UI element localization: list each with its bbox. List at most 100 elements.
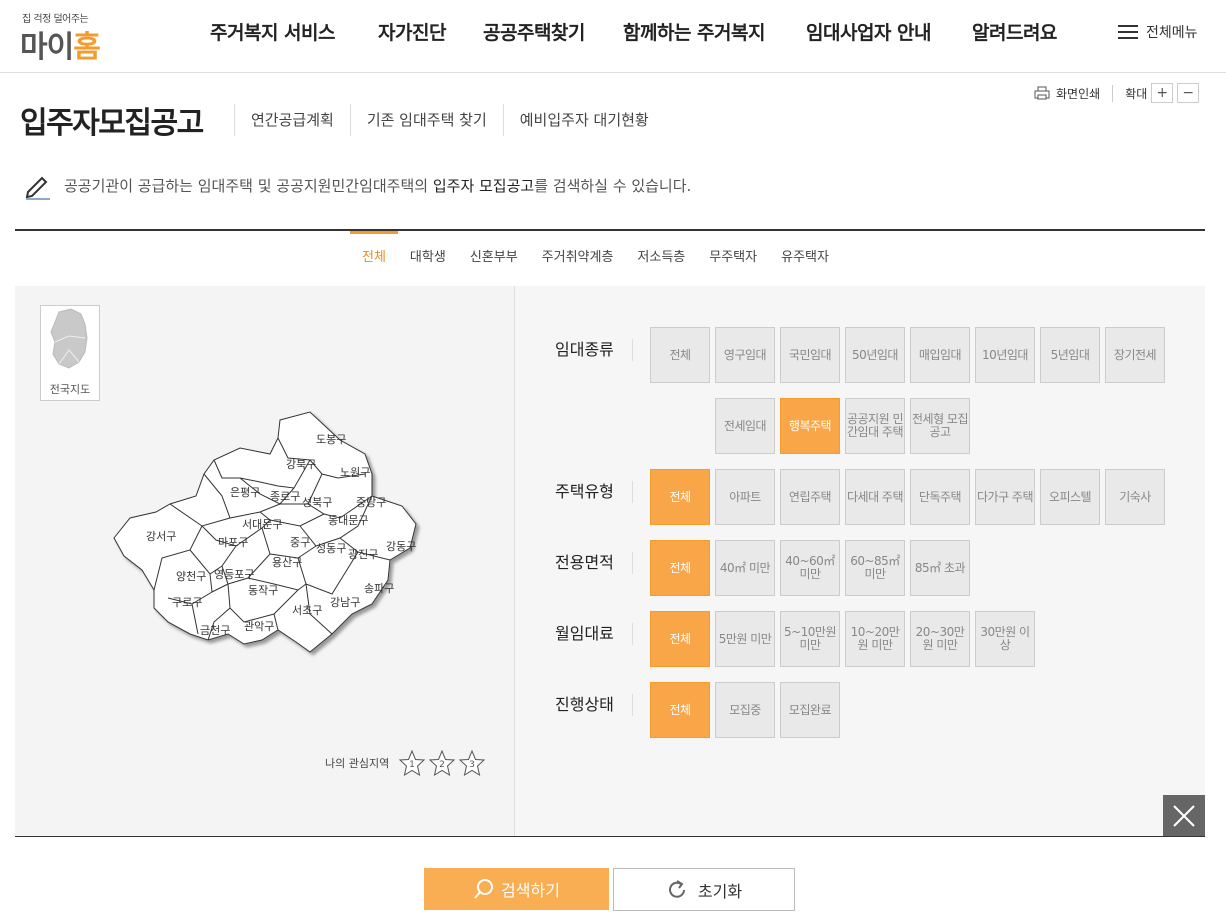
district-nowon[interactable]: 노원구 — [340, 466, 370, 479]
district-seodaemun[interactable]: 서대문구 — [242, 518, 282, 531]
district-yeongdeungpo[interactable]: 영등포구 — [214, 568, 254, 581]
gnb-item-landlord-guide[interactable]: 임대사업자 안내 — [806, 18, 931, 45]
utility-bar: 화면인쇄 확대 + − — [1034, 83, 1200, 103]
logo-name: 마이홈 — [20, 30, 101, 65]
option-button[interactable]: 아파트 — [715, 469, 775, 525]
option-button[interactable]: 모집중 — [715, 682, 775, 738]
map-panel: 전국지도 도봉구 강북구 노원구 은평구 종로구 성북구 중랑구 동대문구 서대… — [15, 286, 515, 837]
korea-map-icon — [50, 308, 88, 369]
district-jongno[interactable]: 종로구 — [270, 490, 300, 503]
district-gangseo[interactable]: 강서구 — [146, 530, 176, 543]
district-guro[interactable]: 구로구 — [172, 596, 202, 609]
option-button[interactable]: 10~20만원 미만 — [845, 611, 905, 667]
district-songpa[interactable]: 송파구 — [364, 582, 394, 595]
district-yongsan[interactable]: 용산구 — [272, 556, 302, 569]
option-button[interactable]: 85㎡ 초과 — [910, 540, 970, 596]
tab-low-income[interactable]: 저소득층 — [625, 231, 697, 285]
option-button[interactable]: 다가구 주택 — [975, 469, 1035, 525]
district-gwanak[interactable]: 관악구 — [244, 620, 274, 633]
logo[interactable]: 집 걱정 덜어주는 마이홈 — [20, 8, 130, 65]
option-button[interactable]: 연립주택 — [780, 469, 840, 525]
district-gangdong[interactable]: 강동구 — [386, 540, 416, 553]
star-icon[interactable]: 2 — [429, 750, 456, 776]
option-button[interactable]: 40㎡ 미만 — [715, 540, 775, 596]
search-label: 검색하기 — [501, 883, 560, 900]
option-button[interactable]: 전체 — [650, 327, 710, 383]
all-menu-button[interactable]: 전체메뉴 — [1118, 22, 1198, 42]
star-icon[interactable]: 3 — [459, 750, 486, 776]
tab-vulnerable[interactable]: 주거취약계층 — [530, 231, 626, 285]
print-button[interactable]: 화면인쇄 — [1034, 84, 1114, 102]
search-icon — [474, 879, 494, 899]
star-icon[interactable]: 1 — [399, 750, 426, 776]
tab-student[interactable]: 대학생 — [398, 231, 458, 285]
option-button[interactable]: 30만원 이상 — [975, 611, 1035, 667]
option-button[interactable]: 50년임대 — [845, 327, 905, 383]
option-button[interactable]: 공공지원 민간임대 주택 — [845, 398, 905, 454]
option-button[interactable]: 5만원 미만 — [715, 611, 775, 667]
tab-homeowner[interactable]: 유주택자 — [769, 231, 841, 285]
option-button[interactable]: 국민임대 — [780, 327, 840, 383]
gnb-item-together[interactable]: 함께하는 주거복지 — [623, 18, 765, 45]
close-panel-button[interactable] — [1163, 795, 1205, 837]
tab-homeless[interactable]: 무주택자 — [697, 231, 769, 285]
district-jungnang[interactable]: 중랑구 — [356, 496, 386, 509]
option-button[interactable]: 오피스텔 — [1040, 469, 1100, 525]
district-eunpyeong[interactable]: 은평구 — [230, 486, 260, 499]
district-gangnam[interactable]: 강남구 — [330, 596, 360, 609]
option-button[interactable]: 10년임대 — [975, 327, 1035, 383]
close-icon — [1173, 805, 1195, 827]
search-button[interactable]: 검색하기 — [424, 868, 609, 910]
subnav-existing-rental[interactable]: 기존 임대주택 찾기 — [349, 104, 503, 136]
district-gangbuk[interactable]: 강북구 — [286, 458, 316, 471]
option-button[interactable]: 다세대 주택 — [845, 469, 905, 525]
option-button[interactable]: 전세임대 — [715, 398, 775, 454]
tab-newlyweds[interactable]: 신혼부부 — [458, 231, 530, 285]
district-mapo[interactable]: 마포구 — [218, 536, 248, 549]
option-button-selected[interactable]: 전체 — [650, 682, 710, 738]
district-dongjak[interactable]: 동작구 — [248, 584, 278, 597]
option-button-selected[interactable]: 전체 — [650, 540, 710, 596]
gnb-item-notice[interactable]: 알려드려요 — [972, 18, 1057, 45]
reset-button[interactable]: 초기화 — [613, 868, 795, 911]
filter-label: 전용면적 — [555, 552, 633, 574]
district-yangcheon[interactable]: 양천구 — [176, 569, 206, 583]
page-title: 입주자모집공고 — [20, 106, 204, 141]
option-button-selected[interactable]: 행복주택 — [780, 398, 840, 454]
option-button[interactable]: 영구임대 — [715, 327, 775, 383]
option-button[interactable]: 5~10만원 미만 — [780, 611, 840, 667]
option-button[interactable]: 장기전세 — [1105, 327, 1165, 383]
site-header: 집 걱정 덜어주는 마이홈 주거복지 서비스 자가진단 공공주택찾기 함께하는 … — [0, 0, 1226, 73]
gnb-item-public-housing[interactable]: 공공주택찾기 — [483, 18, 585, 45]
option-button[interactable]: 60~85㎡ 미만 — [845, 540, 905, 596]
district-dongdaemun[interactable]: 동대문구 — [328, 514, 368, 527]
district-dobong[interactable]: 도봉구 — [316, 433, 346, 446]
option-button[interactable]: 매입임대 — [910, 327, 970, 383]
option-button[interactable]: 단독주택 — [910, 469, 970, 525]
option-button[interactable]: 5년임대 — [1040, 327, 1100, 383]
option-button[interactable]: 전세형 모집공고 — [910, 398, 970, 454]
zoom-in-button[interactable]: + — [1151, 83, 1174, 103]
subnav-annual-supply[interactable]: 연간공급계획 — [234, 104, 350, 136]
nation-map-button[interactable]: 전국지도 — [40, 305, 100, 401]
district-seongdong[interactable]: 성동구 — [316, 542, 346, 555]
district-jung[interactable]: 중구 — [290, 536, 310, 549]
tab-all[interactable]: 전체 — [350, 231, 398, 285]
option-button-selected[interactable]: 전체 — [650, 469, 710, 525]
option-button[interactable]: 기숙사 — [1105, 469, 1165, 525]
zoom-out-button[interactable]: − — [1177, 83, 1200, 103]
option-button[interactable]: 40~60㎡ 미만 — [780, 540, 840, 596]
district-gwangjin[interactable]: 광진구 — [348, 548, 378, 561]
subnav-waiting-status[interactable]: 예비입주자 대기현황 — [502, 104, 665, 136]
gnb-item-self-diagnosis[interactable]: 자가진단 — [378, 18, 446, 45]
gnb-item-welfare-service[interactable]: 주거복지 서비스 — [210, 18, 335, 45]
option-button[interactable]: 모집완료 — [780, 682, 840, 738]
district-seocho[interactable]: 서초구 — [292, 604, 322, 617]
divider — [15, 836, 1205, 837]
district-seongbuk[interactable]: 성북구 — [302, 496, 332, 509]
svg-text:3: 3 — [469, 760, 475, 770]
seoul-map: 도봉구 강북구 노원구 은평구 종로구 성북구 중랑구 동대문구 서대문구 강서… — [110, 408, 430, 668]
option-button[interactable]: 20~30만원 미만 — [910, 611, 970, 667]
district-geumcheon[interactable]: 금천구 — [200, 623, 230, 637]
option-button-selected[interactable]: 전체 — [650, 611, 710, 667]
